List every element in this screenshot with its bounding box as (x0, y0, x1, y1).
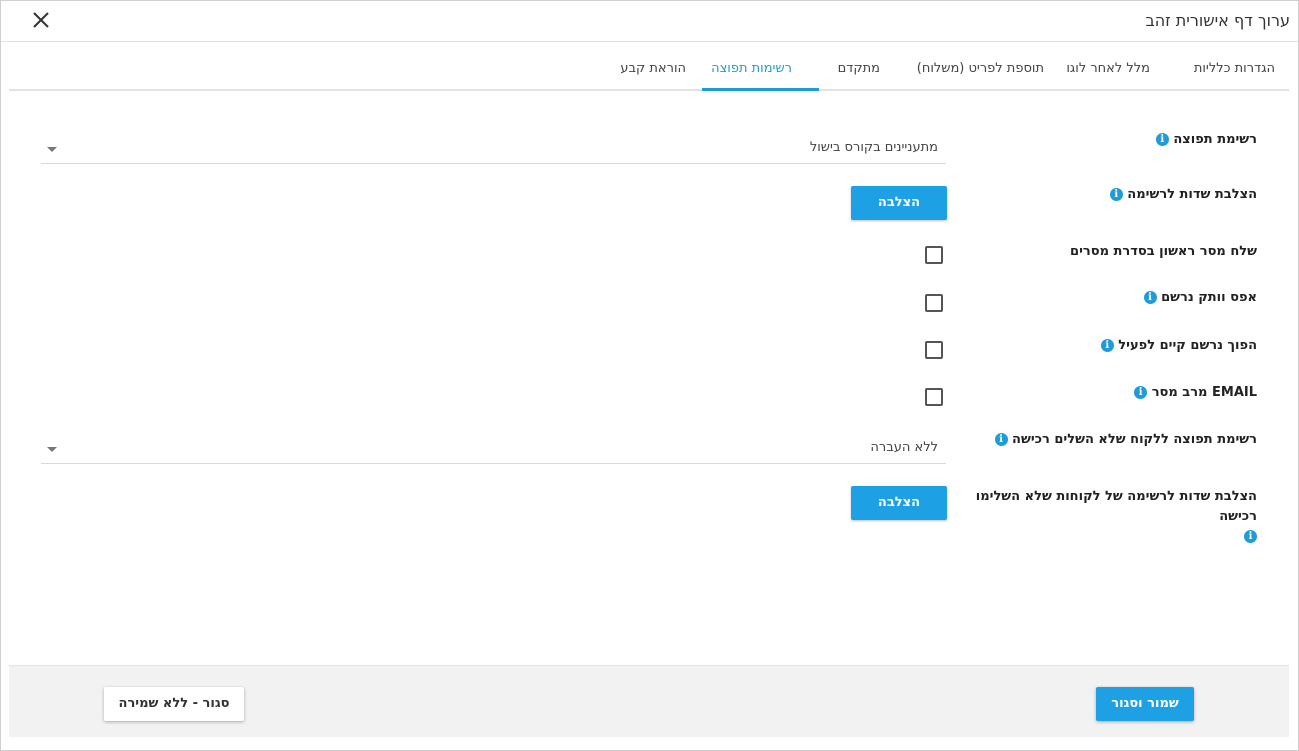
incomplete-fields-label: הצלבת שדות לרשימה של לקוחות שלא השלימו ר… (967, 487, 1257, 547)
reactivate-checkbox[interactable] (925, 341, 943, 359)
send-first-message-checkbox[interactable] (925, 246, 943, 264)
incomplete-list-label: רשימת תפוצה ללקוח שלא השלים רכישה i (994, 432, 1257, 447)
close-without-saving-button[interactable]: סגור - ללא שמירה (104, 687, 244, 721)
dialog-title: ערוך דף אישורית זהב (1145, 11, 1290, 30)
incomplete-list-value: ללא העברה (870, 440, 938, 455)
list-fields-label: הצלבת שדות לרשימה i (1109, 187, 1257, 202)
close-icon[interactable] (31, 10, 51, 30)
mailing-list-select[interactable]: מתעניינים בקורס בישול (41, 134, 946, 164)
dialog-header: ערוך דף אישורית זהב (1, 1, 1298, 42)
chevron-down-icon (47, 447, 57, 452)
mailing-list-label: רשימת תפוצה i (1155, 132, 1257, 147)
email-multi-label-text: EMAIL מרב מסר (1151, 385, 1257, 400)
info-icon[interactable]: i (1244, 530, 1257, 543)
tab-text-after-logo[interactable]: מלל לאחר לוגו (1066, 61, 1150, 76)
info-icon[interactable]: i (1100, 339, 1114, 352)
dialog-footer: שמור וסגור סגור - ללא שמירה (9, 665, 1289, 737)
list-fields-label-text: הצלבת שדות לרשימה (1127, 187, 1257, 202)
send-first-message-label: שלח מסר ראשון בסדרת מסרים (1070, 244, 1257, 259)
send-first-message-label-text: שלח מסר ראשון בסדרת מסרים (1070, 244, 1257, 259)
incomplete-fields-label-text: הצלבת שדות לרשימה של לקוחות שלא השלימו ר… (975, 489, 1257, 524)
mailing-list-value: מתעניינים בקורס בישול (809, 140, 938, 155)
info-icon[interactable]: i (1143, 291, 1157, 304)
incomplete-list-select[interactable]: ללא העברה (41, 434, 946, 464)
chevron-down-icon (47, 147, 57, 152)
tab-bar: הגדרות כלליות מלל לאחר לוגו תוספת לפריט … (9, 42, 1289, 91)
tab-standing-order[interactable]: הוראת קבע (620, 61, 686, 76)
reset-registered-label-text: אפס וותק נרשם (1161, 290, 1257, 305)
tab-mailing-lists[interactable]: רשימות תפוצה (711, 61, 792, 76)
save-and-close-button[interactable]: שמור וסגור (1096, 687, 1194, 721)
active-tab-indicator (702, 88, 819, 91)
reset-registered-label: אפס וותק נרשם i (1143, 290, 1257, 305)
email-multi-checkbox[interactable] (925, 388, 943, 406)
incomplete-list-label-text: רשימת תפוצה ללקוח שלא השלים רכישה (1012, 432, 1257, 447)
reactivate-label: הפוך נרשם קיים לפעיל i (1100, 338, 1257, 353)
reactivate-label-text: הפוך נרשם קיים לפעיל (1118, 338, 1257, 353)
tab-advanced[interactable]: מתקדם (838, 61, 880, 76)
map-fields-button[interactable]: הצלבה (851, 186, 947, 220)
info-icon[interactable]: i (1155, 133, 1169, 146)
map-incomplete-fields-button[interactable]: הצלבה (851, 486, 947, 520)
info-icon[interactable]: i (994, 433, 1008, 446)
mailing-list-label-text: רשימת תפוצה (1173, 132, 1257, 147)
email-multi-label: EMAIL מרב מסר i (1134, 385, 1257, 400)
tab-item-addition[interactable]: תוספת לפריט (משלוח) (917, 61, 1044, 76)
info-icon[interactable]: i (1134, 386, 1148, 399)
reset-registered-checkbox[interactable] (925, 294, 943, 312)
tab-general-settings[interactable]: הגדרות כלליות (1194, 61, 1275, 76)
edit-dialog: ערוך דף אישורית זהב הגדרות כלליות מלל לא… (0, 0, 1299, 751)
info-icon[interactable]: i (1109, 188, 1123, 201)
